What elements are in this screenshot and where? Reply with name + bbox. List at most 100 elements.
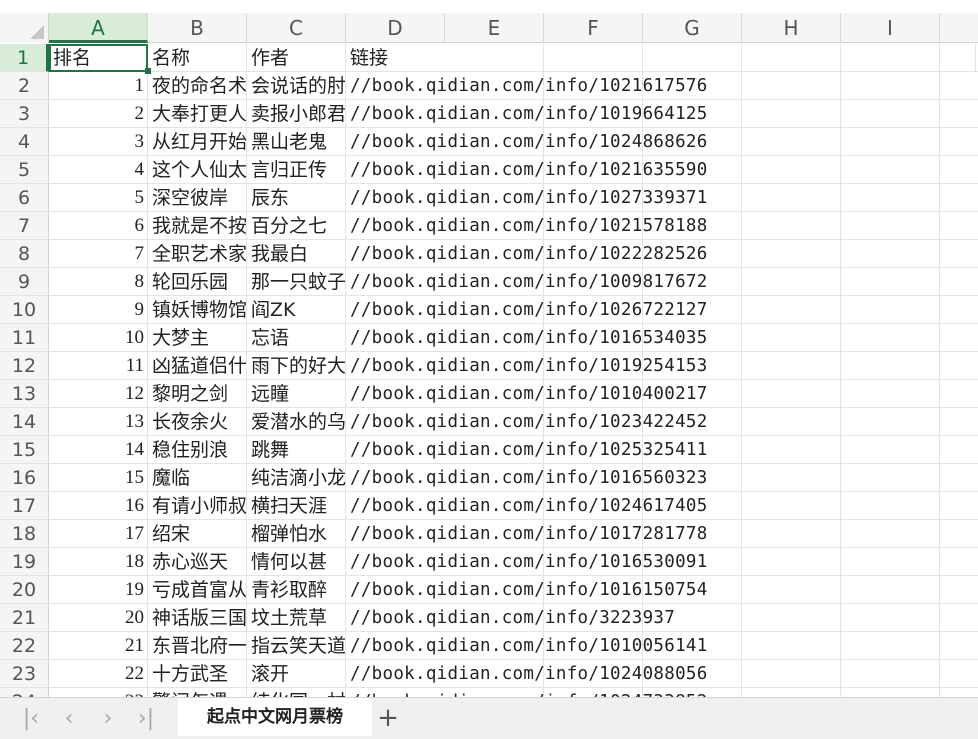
cell-title[interactable]: 轮回乐园 xyxy=(148,268,247,296)
cell-title[interactable]: 名称 xyxy=(148,44,247,72)
cell-link[interactable]: //book.qidian.com/info/1025325411 xyxy=(346,436,976,464)
cell-title[interactable]: 夜的命名术 xyxy=(148,72,247,100)
previous-sheet-icon[interactable]: ‹ xyxy=(55,705,83,733)
row-header[interactable]: 23 xyxy=(0,660,49,688)
cell-author[interactable]: 纯洁滴小龙 xyxy=(247,464,346,492)
cell-author[interactable]: 纯化国一村 xyxy=(247,688,346,697)
cell-link[interactable]: //book.qidian.com/info/1010400217 xyxy=(346,380,976,408)
cell-author[interactable]: 言归正传 xyxy=(247,156,346,184)
cell-author[interactable]: 远瞳 xyxy=(247,380,346,408)
select-all-corner[interactable] xyxy=(0,13,49,43)
cell-link[interactable]: //book.qidian.com/info/1027339371 xyxy=(346,184,976,212)
column-header-d[interactable]: D xyxy=(346,13,445,43)
cell-rank[interactable]: 19 xyxy=(49,576,148,604)
cell-link[interactable]: //book.qidian.com/info/1019254153 xyxy=(346,352,976,380)
cell-link[interactable]: //book.qidian.com/info/1021635590 xyxy=(346,156,976,184)
row-header[interactable]: 17 xyxy=(0,492,49,520)
cell-title[interactable]: 魔临 xyxy=(148,464,247,492)
cell-title[interactable]: 全职艺术家 xyxy=(148,240,247,268)
cell-link[interactable]: //book.qidian.com/info/3223937 xyxy=(346,604,976,632)
column-header-g[interactable]: G xyxy=(643,13,742,43)
row-header[interactable]: 13 xyxy=(0,380,49,408)
cell-link[interactable]: //book.qidian.com/info/1016534035 xyxy=(346,324,976,352)
row-header[interactable]: 5 xyxy=(0,156,49,184)
cell-author[interactable]: 作者 xyxy=(247,44,346,72)
cell-author[interactable]: 横扫天涯 xyxy=(247,492,346,520)
cell-title[interactable]: 我就是不按套路出牌 xyxy=(148,212,247,240)
cell-title[interactable]: 深空彼岸 xyxy=(148,184,247,212)
cell-link[interactable]: //book.qidian.com/info/1017281778 xyxy=(346,520,976,548)
cell-author[interactable]: 阎ZK xyxy=(247,296,346,324)
cell-rank[interactable]: 8 xyxy=(49,268,148,296)
cell-author[interactable]: 青衫取醉 xyxy=(247,576,346,604)
cell-link[interactable]: //book.qidian.com/info/1022282526 xyxy=(346,240,976,268)
cell-link[interactable]: //book.qidian.com/info/1024733852 xyxy=(346,688,976,697)
cell-author[interactable]: 爱潜水的乌贼 xyxy=(247,408,346,436)
cell-title[interactable]: 神话版三国 xyxy=(148,604,247,632)
fill-handle[interactable] xyxy=(145,68,151,74)
row-header[interactable]: 1 xyxy=(0,44,49,72)
cell-title[interactable]: 大奉打更人 xyxy=(148,100,247,128)
column-header-a[interactable]: A xyxy=(49,13,148,43)
cell-link[interactable]: //book.qidian.com/info/1023422452 xyxy=(346,408,976,436)
cell-author[interactable]: 坟土荒草 xyxy=(247,604,346,632)
cell-rank[interactable]: 13 xyxy=(49,408,148,436)
cell-title[interactable]: 亏成首富从游戏开始 xyxy=(148,576,247,604)
row-header[interactable]: 9 xyxy=(0,268,49,296)
row-header[interactable]: 19 xyxy=(0,548,49,576)
cell-rank[interactable]: 5 xyxy=(49,184,148,212)
cell-rank[interactable]: 1 xyxy=(49,72,148,100)
sheet-tab-active[interactable]: 起点中文网月票榜 xyxy=(178,698,372,736)
column-header-b[interactable]: B xyxy=(148,13,247,43)
column-header-f[interactable]: F xyxy=(544,13,643,43)
cell-rank[interactable]: 2 xyxy=(49,100,148,128)
cell-link[interactable]: //book.qidian.com/info/1009817672 xyxy=(346,268,976,296)
cell-author[interactable]: 黑山老鬼 xyxy=(247,128,346,156)
cell-rank[interactable]: 15 xyxy=(49,464,148,492)
row-header[interactable]: 21 xyxy=(0,604,49,632)
cell-rank[interactable]: 12 xyxy=(49,380,148,408)
cell-link[interactable]: //book.qidian.com/info/1021617576 xyxy=(346,72,976,100)
cell-title[interactable]: 稳住别浪 xyxy=(148,436,247,464)
cell-title[interactable]: 警问怎遇 xyxy=(148,688,247,697)
cell-rank[interactable]: 23 xyxy=(49,688,148,697)
cell-author[interactable]: 指云笑天道 xyxy=(247,632,346,660)
column-header-h[interactable]: H xyxy=(742,13,841,43)
cell-title[interactable]: 大梦主 xyxy=(148,324,247,352)
row-header[interactable]: 12 xyxy=(0,352,49,380)
row-header[interactable]: 20 xyxy=(0,576,49,604)
cell-title[interactable]: 这个人仙太过正经 xyxy=(148,156,247,184)
cell-title[interactable]: 长夜余火 xyxy=(148,408,247,436)
row-header[interactable]: 2 xyxy=(0,72,49,100)
cell-rank[interactable]: 6 xyxy=(49,212,148,240)
cell-author[interactable]: 情何以甚 xyxy=(247,548,346,576)
cell-link[interactable]: //book.qidian.com/info/1016530091 xyxy=(346,548,976,576)
add-sheet-icon[interactable]: + xyxy=(374,703,402,733)
next-sheet-icon[interactable]: › xyxy=(94,705,122,733)
cell-author[interactable]: 雨下的好大 xyxy=(247,352,346,380)
last-sheet-icon[interactable]: ›| xyxy=(132,705,160,733)
cell-link[interactable]: //book.qidian.com/info/1024088056 xyxy=(346,660,976,688)
cell-link[interactable]: //book.qidian.com/info/1021578188 xyxy=(346,212,976,240)
cell-author[interactable]: 我最白 xyxy=(247,240,346,268)
row-header[interactable]: 14 xyxy=(0,408,49,436)
cell-author[interactable]: 会说话的肘子 xyxy=(247,72,346,100)
cell-link[interactable]: 链接 xyxy=(346,44,976,72)
cell-author[interactable]: 卖报小郎君 xyxy=(247,100,346,128)
row-header[interactable]: 4 xyxy=(0,128,49,156)
cell-link[interactable]: //book.qidian.com/info/1016560323 xyxy=(346,464,976,492)
row-header[interactable]: 3 xyxy=(0,100,49,128)
first-sheet-icon[interactable]: |‹ xyxy=(17,705,45,733)
cell-link[interactable]: //book.qidian.com/info/1024617405 xyxy=(346,492,976,520)
column-header-c[interactable]: C xyxy=(247,13,346,43)
cell-rank[interactable]: 22 xyxy=(49,660,148,688)
cell-rank[interactable]: 4 xyxy=(49,156,148,184)
column-header-e[interactable]: E xyxy=(445,13,544,43)
row-header[interactable]: 7 xyxy=(0,212,49,240)
cell-rank[interactable]: 7 xyxy=(49,240,148,268)
row-header[interactable]: 6 xyxy=(0,184,49,212)
cell-title[interactable]: 十方武圣 xyxy=(148,660,247,688)
cell-title[interactable]: 赤心巡天 xyxy=(148,548,247,576)
row-header[interactable]: 15 xyxy=(0,436,49,464)
cell-title[interactable]: 有请小师叔 xyxy=(148,492,247,520)
